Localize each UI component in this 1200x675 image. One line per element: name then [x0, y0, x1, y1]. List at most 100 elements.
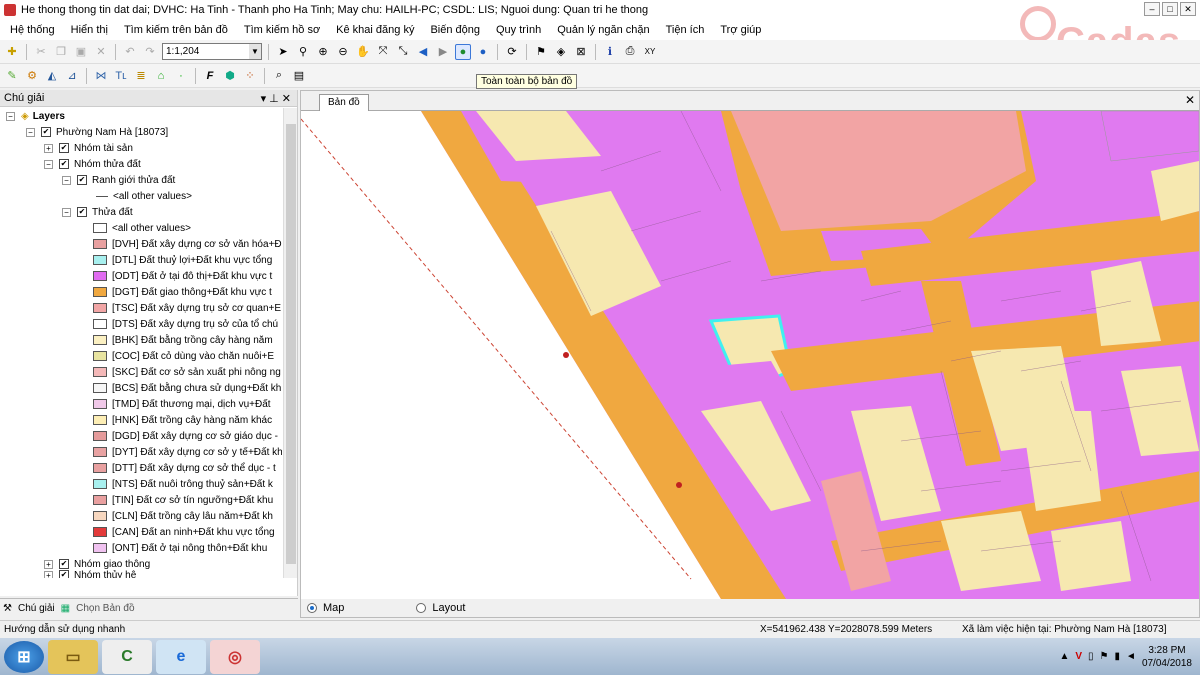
add-data-icon[interactable]: ✚	[4, 44, 20, 60]
water-checkbox[interactable]: ✔	[59, 570, 69, 578]
undo-icon[interactable]: ↶	[122, 44, 138, 60]
pan-hand-icon[interactable]: ✋	[355, 44, 371, 60]
printer-icon[interactable]: ⎙	[622, 44, 638, 60]
tree-ward[interactable]: − ✔ Phường Nam Hà [18073]	[26, 124, 168, 140]
legend-item: [DVH] Đất xây dựng cơ sở văn hóa+Đ	[93, 236, 282, 252]
scale-combobox[interactable]: 1:1,204 ▼	[162, 43, 262, 60]
expand-icon[interactable]: +	[44, 143, 53, 153]
collapse-icon[interactable]: −	[26, 127, 35, 137]
delete-icon[interactable]: ✕	[93, 44, 109, 60]
redo-icon[interactable]: ↷	[142, 44, 158, 60]
full-extent-globe-icon[interactable]: ●	[455, 43, 471, 60]
tray-expand-icon[interactable]: ▲	[1059, 651, 1069, 662]
dot-icon[interactable]: ·	[173, 68, 189, 84]
search-doc-icon[interactable]: ⌕	[271, 68, 287, 84]
forward-icon[interactable]: ▶	[435, 44, 451, 60]
refresh-icon[interactable]: ⟳	[504, 44, 520, 60]
report-icon[interactable]: ▤	[291, 68, 307, 84]
clear-selection-icon[interactable]: ⊠	[573, 44, 589, 60]
menu-tim-kiem-ban-do[interactable]: Tìm kiếm trên bản đồ	[124, 24, 228, 36]
polygon-tool-icon[interactable]: ⬢	[222, 68, 238, 84]
info-icon[interactable]: ℹ	[602, 44, 618, 60]
parcel-checkbox[interactable]: ✔	[77, 207, 87, 217]
layout-view-radio[interactable]	[416, 603, 427, 613]
tab-legend[interactable]: Chú giải	[18, 603, 55, 614]
back-icon[interactable]: ◀	[415, 44, 431, 60]
legend-item-label: [CLN] Đất trồng cây lâu năm+Đất kh	[112, 510, 273, 522]
menu-tien-ich[interactable]: Tiện ích	[666, 24, 705, 36]
menu-he-thong[interactable]: Hệ thống	[10, 24, 55, 36]
node-tool-icon[interactable]: ⁘	[242, 68, 258, 84]
menu-ke-khai[interactable]: Kê khai đăng ký	[336, 24, 414, 36]
tray-clock[interactable]: 3:28 PM 07/04/2018	[1142, 644, 1192, 670]
tree-group-parcels[interactable]: − ✔ Nhóm thửa đất	[44, 156, 141, 172]
parcels-checkbox[interactable]: ✔	[59, 159, 69, 169]
layer-tool-icon[interactable]: ≣	[133, 68, 149, 84]
cut-icon[interactable]: ✂	[33, 44, 49, 60]
map-view-radio[interactable]	[307, 603, 317, 613]
home-icon[interactable]: ⌂	[153, 68, 169, 84]
tray-volume-icon[interactable]: ◄	[1126, 651, 1136, 662]
vertex-tool-icon[interactable]: ◭	[44, 68, 60, 84]
fixed-zoom-out-icon[interactable]: ⤡	[395, 44, 411, 60]
menu-quan-ly-ngan-chan[interactable]: Quản lý ngăn chặn	[557, 24, 649, 36]
edit-pencil-icon[interactable]: ✎	[4, 68, 20, 84]
expand-icon[interactable]: +	[44, 570, 53, 578]
copy-icon[interactable]: ❐	[53, 44, 69, 60]
tree-group-assets[interactable]: + ✔ Nhóm tài sản	[44, 140, 133, 156]
legend-pin-controls[interactable]: ▾ ⊥ ✕	[261, 92, 291, 105]
map-view-label[interactable]: Map	[323, 602, 344, 614]
tray-flag-icon[interactable]: ⚑	[1100, 651, 1109, 662]
quick-help-text[interactable]: Hướng dẫn sử dụng nhanh	[4, 624, 125, 635]
tray-usb-icon[interactable]: ▯	[1088, 651, 1094, 662]
tree-parcel-layer[interactable]: − ✔ Thửa đất	[62, 204, 133, 220]
menu-tim-kiem-ho-so[interactable]: Tìm kiếm hồ sơ	[244, 24, 320, 36]
tree-group-water[interactable]: + ✔ Nhóm thủy hệ	[44, 570, 136, 578]
xy-goto-icon[interactable]: XY	[642, 44, 658, 60]
explorer-icon[interactable]: ▭	[48, 639, 98, 674]
tab-map[interactable]: Bản đồ	[319, 94, 369, 111]
function-icon[interactable]: F	[202, 68, 218, 84]
measure-icon[interactable]: ◈	[553, 44, 569, 60]
tray-antivirus-icon[interactable]: V	[1075, 651, 1082, 662]
boundary-checkbox[interactable]: ✔	[77, 175, 87, 185]
traffic-checkbox[interactable]: ✔	[59, 559, 69, 569]
tree-boundary-layer[interactable]: − ✔ Ranh giới thửa đất	[62, 172, 175, 188]
split-tool-icon[interactable]: ⊿	[64, 68, 80, 84]
parcel-tool-icon[interactable]: ⚙	[24, 68, 40, 84]
assets-checkbox[interactable]: ✔	[59, 143, 69, 153]
app-shield-icon[interactable]: ◎	[210, 639, 260, 674]
collapse-icon[interactable]: −	[44, 159, 53, 169]
boundary-other-values: <all other values>	[96, 188, 192, 204]
menu-quy-trinh[interactable]: Quy trình	[496, 24, 541, 36]
map-canvas[interactable]	[301, 111, 1199, 599]
layout-view-label[interactable]: Layout	[432, 602, 465, 614]
menu-hien-thi[interactable]: Hiển thị	[71, 24, 108, 36]
collapse-icon[interactable]: −	[62, 207, 71, 217]
ie-icon[interactable]: e	[156, 639, 206, 674]
topology-icon[interactable]: Tʟ	[113, 68, 129, 84]
tab-choose-map[interactable]: Chọn Bản đồ	[76, 603, 134, 614]
tray-network-icon[interactable]: ▮	[1115, 651, 1121, 662]
start-button[interactable]: ⊞	[4, 640, 44, 673]
find-icon[interactable]: ⚲	[295, 44, 311, 60]
menu-bien-dong[interactable]: Biến động	[430, 24, 480, 36]
hyperlink-icon[interactable]: ⚑	[533, 44, 549, 60]
identify-icon[interactable]: ●	[475, 44, 491, 60]
ward-checkbox[interactable]: ✔	[41, 127, 51, 137]
cadas-app-icon[interactable]: C	[102, 639, 152, 674]
zoom-out-icon[interactable]: ⊖	[335, 44, 351, 60]
snap-tool-icon[interactable]: ⋈	[93, 68, 109, 84]
zoom-in-icon[interactable]: ⊕	[315, 44, 331, 60]
expand-icon[interactable]: +	[44, 559, 53, 569]
map-close-icon[interactable]: ✕	[1185, 93, 1195, 107]
select-arrow-icon[interactable]: ➤	[275, 44, 291, 60]
current-ward[interactable]: Xã làm việc hiện tại: Phường Nam Hà [180…	[962, 624, 1166, 635]
menu-tro-giup[interactable]: Trợ giúp	[720, 24, 761, 36]
collapse-icon[interactable]: −	[6, 111, 15, 121]
paste-icon[interactable]: ▣	[73, 44, 89, 60]
legend-scrollbar[interactable]	[283, 108, 297, 578]
fixed-zoom-in-icon[interactable]: ⤧	[375, 44, 391, 60]
collapse-icon[interactable]: −	[62, 175, 71, 185]
tree-root-layers[interactable]: − ◈ Layers	[6, 108, 65, 124]
